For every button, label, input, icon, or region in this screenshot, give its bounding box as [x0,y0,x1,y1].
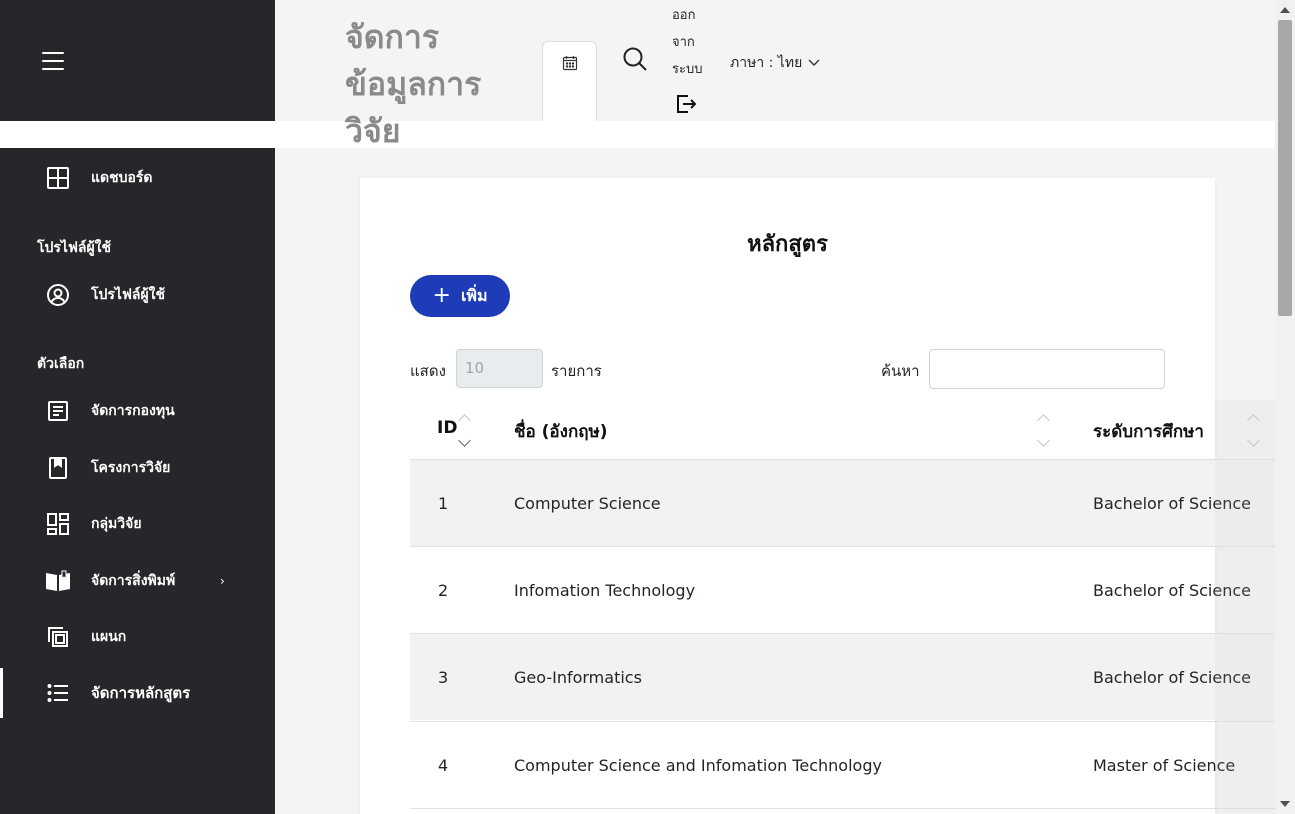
search-label: ค้นหา [881,362,920,380]
entries-label: รายการ [551,362,602,380]
sort-icon[interactable] [1037,404,1051,454]
hamburger-menu-icon[interactable] [42,51,64,70]
cell-name: Computer Science [514,494,661,513]
sidebar-item-label: จัดการกองทุน [91,403,175,419]
scroll-up-arrow-icon[interactable] [1280,7,1290,13]
sidebar-item-label: แดชบอร์ด [91,170,153,186]
sort-icon[interactable] [458,404,472,454]
cell-id: 4 [438,756,449,775]
page-title: หลักสูตร [747,232,828,257]
book-open-icon [45,568,71,594]
section-profile: โปรไฟล์ผู้ใช้ [37,240,111,256]
sidebar-item-profile[interactable]: โปรไฟล์ผู้ใช้ [0,270,275,320]
cell-name: Computer Science and Infomation Technolo… [514,756,882,775]
table-row[interactable]: 1 Computer Science Bachelor of Science [410,459,1275,546]
copy-icon [45,624,71,650]
table-header: ID ชื่อ (อังกฤษ) ระดับการศึกษา [410,400,1275,459]
table-row[interactable]: 4 Computer Science and Infomation Techno… [410,721,1275,808]
user-circle-icon [45,282,71,308]
curriculum-table: ID ชื่อ (อังกฤษ) ระดับการศึกษา 1 Compute… [410,400,1275,814]
cell-id: 2 [438,581,449,600]
search-input[interactable] [929,349,1165,389]
sidebar-item-label: แผนก [91,629,127,645]
sidebar-item-dashboard[interactable]: แดชบอร์ด [0,153,275,203]
sidebar-item-label: จัดการหลักสูตร [91,684,191,702]
calendar-button[interactable] [542,41,597,121]
sort-icon[interactable] [1247,404,1261,454]
logout-link[interactable]: ออกจากระบบ [672,2,712,83]
table-row[interactable]: 3 Geo-Informatics Bachelor of Science [410,633,1275,720]
dashboard-grid-icon [45,511,71,537]
sidebar-item-curriculum[interactable]: จัดการหลักสูตร [0,668,275,718]
cell-level: Master of Science [1093,756,1236,775]
bookmark-icon [45,455,71,481]
cell-name: Infomation Technology [514,581,696,600]
add-button-label: เพิ่ม [460,285,488,305]
cell-level: Bachelor of Science [1093,581,1251,600]
page-length-select[interactable]: 10 [456,349,543,388]
search-icon[interactable] [621,45,651,75]
grid-icon [45,165,71,191]
plus-icon: + [432,283,451,308]
page-scrollbar[interactable] [1275,0,1295,814]
column-header-degree-level[interactable]: ระดับการศึกษา [1093,418,1204,445]
show-label: แสดง [410,362,446,380]
add-button[interactable]: + เพิ่ม [410,275,510,317]
document-icon [45,398,71,424]
sidebar-item-label: โครงการวิจัย [91,460,171,476]
scroll-thumb[interactable] [1278,20,1292,316]
scroll-down-arrow-icon[interactable] [1280,801,1290,807]
list-icon [45,680,71,706]
sidebar-item-department[interactable]: แผนก [0,612,275,662]
table-row[interactable]: 2 Infomation Technology Bachelor of Scie… [410,546,1275,633]
sidebar-item-label: กลุ่มวิจัย [91,516,142,532]
column-header-name-en[interactable]: ชื่อ (อังกฤษ) [514,418,608,445]
app-title: จัดการข้อมูลการวิจัย [345,18,482,150]
sidebar-item-research-group[interactable]: กลุ่มวิจัย [0,499,275,549]
cell-level: Bachelor of Science [1093,494,1251,513]
cell-level: Bachelor of Science [1093,668,1251,687]
section-options: ตัวเลือก [37,356,85,372]
cell-id: 1 [438,494,449,513]
table-row-divider [410,808,1275,814]
cell-id: 3 [438,668,449,687]
sidebar-item-research-project[interactable]: โครงการวิจัย [0,443,275,493]
sidebar-item-label: โปรไฟล์ผู้ใช้ [91,287,165,303]
cell-name: Geo-Informatics [514,668,642,687]
language-selector[interactable]: ภาษา : ไทย [730,52,820,74]
sidebar-item-label: จัดการสิ่งพิมพ์ [91,573,176,589]
sidebar-item-publications[interactable]: จัดการสิ่งพิมพ์ › [0,556,275,606]
logout-icon[interactable] [675,93,697,115]
calendar-icon [562,55,578,121]
chevron-right-icon: › [220,574,225,588]
sidebar-item-fund[interactable]: จัดการกองทุน [0,386,275,436]
column-header-id[interactable]: ID [437,418,457,438]
chevron-down-icon [808,55,820,71]
language-label: ภาษา : ไทย [730,55,803,71]
